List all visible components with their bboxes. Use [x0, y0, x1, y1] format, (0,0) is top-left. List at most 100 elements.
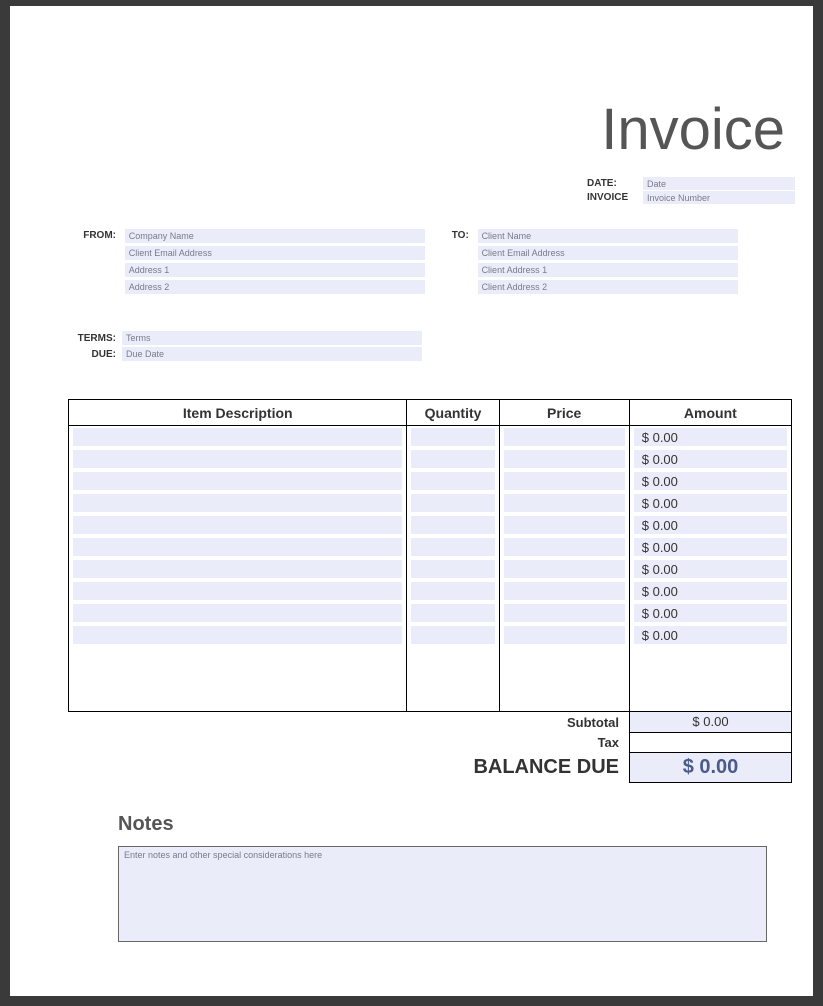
table-row [69, 690, 792, 712]
amount-cell: $ 0.00 [634, 626, 787, 644]
balance-due-label: BALANCE DUE [68, 752, 630, 782]
price-cell[interactable] [504, 670, 625, 688]
qty-cell[interactable] [411, 516, 494, 534]
invoice-page: Invoice DATE: Date INVOICE Invoice Numbe… [10, 6, 813, 996]
items-table: Item Description Quantity Price Amount $… [68, 399, 792, 712]
price-cell[interactable] [504, 494, 625, 512]
subtotal-label: Subtotal [68, 712, 630, 732]
table-row [69, 668, 792, 690]
meta-block: DATE: Date INVOICE Invoice Number [585, 177, 795, 205]
tax-value[interactable] [630, 732, 792, 752]
amount-cell: $ 0.00 [634, 516, 787, 534]
tax-label: Tax [68, 732, 630, 752]
price-cell[interactable] [504, 560, 625, 578]
amount-cell: $ 0.00 [634, 604, 787, 622]
desc-cell[interactable] [73, 648, 402, 666]
to-address1-input[interactable]: Client Address 1 [478, 263, 738, 277]
desc-cell[interactable] [73, 472, 402, 490]
from-email-input[interactable]: Client Email Address [125, 246, 425, 260]
desc-cell[interactable] [73, 626, 402, 644]
amount-cell: $ 0.00 [634, 428, 787, 446]
invoice-number-input[interactable]: Invoice Number [643, 191, 795, 204]
price-cell[interactable] [504, 604, 625, 622]
amount-cell: $ 0.00 [634, 494, 787, 512]
to-label: TO: [447, 229, 475, 241]
amount-cell: $ 0.00 [634, 450, 787, 468]
table-row: $ 0.00 [69, 602, 792, 624]
from-address2-input[interactable]: Address 2 [125, 280, 425, 294]
price-cell[interactable] [504, 582, 625, 600]
price-cell[interactable] [504, 472, 625, 490]
qty-cell[interactable] [411, 494, 494, 512]
amount-cell [634, 691, 787, 709]
to-name-input[interactable]: Client Name [478, 229, 738, 243]
qty-cell[interactable] [411, 691, 494, 709]
subtotal-value: $ 0.00 [630, 712, 792, 732]
desc-cell[interactable] [73, 670, 402, 688]
table-row: $ 0.00 [69, 514, 792, 536]
price-cell[interactable] [504, 691, 625, 709]
date-label: DATE: [585, 178, 643, 189]
amount-cell [634, 670, 787, 688]
header-price: Price [499, 400, 629, 426]
table-row: $ 0.00 [69, 492, 792, 514]
address-section: FROM: Company Name Client Email Address … [28, 229, 795, 297]
from-address1-input[interactable]: Address 1 [125, 263, 425, 277]
desc-cell[interactable] [73, 604, 402, 622]
to-column: TO: Client Name Client Email Address Cli… [447, 229, 747, 297]
price-cell[interactable] [504, 538, 625, 556]
desc-cell[interactable] [73, 516, 402, 534]
to-address2-input[interactable]: Client Address 2 [478, 280, 738, 294]
desc-cell[interactable] [73, 538, 402, 556]
price-cell[interactable] [504, 648, 625, 666]
table-row: $ 0.00 [69, 624, 792, 646]
terms-input[interactable]: Terms [122, 331, 422, 345]
amount-cell: $ 0.00 [634, 582, 787, 600]
due-input[interactable]: Due Date [122, 347, 422, 361]
price-cell[interactable] [504, 626, 625, 644]
notes-input[interactable]: Enter notes and other special considerat… [118, 846, 767, 942]
table-row: $ 0.00 [69, 426, 792, 448]
qty-cell[interactable] [411, 428, 494, 446]
table-row: $ 0.00 [69, 448, 792, 470]
table-row: $ 0.00 [69, 536, 792, 558]
qty-cell[interactable] [411, 626, 494, 644]
qty-cell[interactable] [411, 472, 494, 490]
qty-cell[interactable] [411, 582, 494, 600]
amount-cell [634, 648, 787, 666]
desc-cell[interactable] [73, 494, 402, 512]
qty-cell[interactable] [411, 648, 494, 666]
table-row: $ 0.00 [69, 470, 792, 492]
to-email-input[interactable]: Client Email Address [478, 246, 738, 260]
desc-cell[interactable] [73, 560, 402, 578]
date-input[interactable]: Date [643, 177, 795, 190]
qty-cell[interactable] [411, 560, 494, 578]
balance-due-value: $ 0.00 [630, 752, 792, 782]
table-row [69, 646, 792, 668]
amount-cell: $ 0.00 [634, 538, 787, 556]
amount-cell: $ 0.00 [634, 560, 787, 578]
desc-cell[interactable] [73, 428, 402, 446]
from-column: FROM: Company Name Client Email Address … [76, 229, 436, 297]
header-amount: Amount [629, 400, 791, 426]
table-row: $ 0.00 [69, 580, 792, 602]
from-label: FROM: [76, 229, 122, 241]
price-cell[interactable] [504, 516, 625, 534]
amount-cell: $ 0.00 [634, 472, 787, 490]
price-cell[interactable] [504, 450, 625, 468]
price-cell[interactable] [504, 428, 625, 446]
desc-cell[interactable] [73, 450, 402, 468]
qty-cell[interactable] [411, 538, 494, 556]
qty-cell[interactable] [411, 450, 494, 468]
table-row: $ 0.00 [69, 558, 792, 580]
page-title: Invoice [28, 96, 785, 163]
terms-section: TERMS: Terms DUE: Due Date [76, 331, 795, 361]
from-company-input[interactable]: Company Name [125, 229, 425, 243]
desc-cell[interactable] [73, 582, 402, 600]
notes-title: Notes [118, 813, 795, 836]
qty-cell[interactable] [411, 670, 494, 688]
invoice-number-label: INVOICE [585, 192, 643, 203]
terms-label: TERMS: [76, 333, 122, 344]
qty-cell[interactable] [411, 604, 494, 622]
desc-cell[interactable] [73, 691, 402, 709]
